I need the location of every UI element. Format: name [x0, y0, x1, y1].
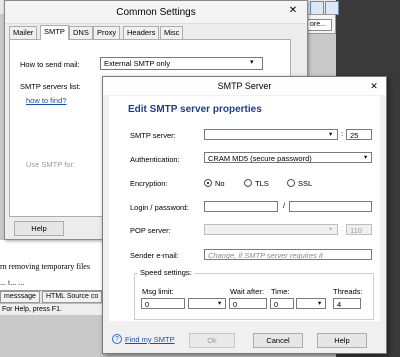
more-button[interactable]: ore...: [304, 19, 332, 31]
tab-proxy[interactable]: Proxy: [93, 26, 121, 39]
time-field[interactable]: 0: [270, 298, 294, 309]
threads-field[interactable]: 4: [333, 298, 361, 309]
smtp-port-field[interactable]: 25: [346, 129, 372, 140]
login-password-separator: /: [283, 201, 286, 210]
help-circle-icon[interactable]: ?: [112, 334, 122, 344]
toolbar-doc-icon[interactable]: [310, 1, 324, 15]
msg-limit-field[interactable]: 0: [141, 298, 185, 309]
how-to-find-link[interactable]: how to find?: [26, 96, 66, 105]
toolbar-grid-icon[interactable]: [325, 1, 339, 15]
authentication-select[interactable]: CRAM MD5 (secure password): [204, 152, 372, 163]
tab-misc[interactable]: Misc: [160, 26, 184, 39]
authentication-label: Authentication:: [130, 155, 180, 164]
sender-email-field[interactable]: Change, if SMTP server requires it: [204, 249, 372, 260]
dialog-heading: Edit SMTP server properties: [128, 104, 262, 115]
pop-server-label: POP server:: [130, 226, 171, 235]
chevron-down-icon[interactable]: ▾: [250, 57, 254, 69]
background-text: rn removing temporary files: [0, 262, 90, 271]
sender-email-label: Sender e-mail:: [130, 251, 179, 260]
port-separator: :: [341, 129, 344, 138]
password-field[interactable]: [289, 201, 372, 212]
help-button[interactable]: Help: [317, 333, 367, 348]
use-smtp-for-label: Use SMTP for:: [26, 160, 76, 169]
background-text-2: ... t... ...: [0, 278, 25, 287]
tab-dns[interactable]: DNS: [69, 26, 93, 39]
chevron-down-icon[interactable]: ▾: [318, 298, 321, 309]
encryption-radio-no[interactable]: [204, 179, 212, 187]
close-icon[interactable]: ✕: [367, 79, 381, 93]
encryption-radio-tls[interactable]: [244, 179, 252, 187]
encryption-radio-ssl[interactable]: [287, 179, 295, 187]
settings-help-button[interactable]: Help: [14, 221, 64, 236]
tab-mailer[interactable]: Mailer: [9, 26, 38, 39]
time-unit-select[interactable]: [296, 298, 326, 309]
status-bar: For Help, press F1.: [0, 303, 114, 315]
speed-settings-label: Speed settings:: [138, 268, 194, 277]
speed-settings-group: [134, 273, 374, 320]
encryption-option-ssl[interactable]: SSL: [298, 179, 312, 188]
encryption-option-tls[interactable]: TLS: [255, 179, 269, 188]
pop-server-combo: [204, 224, 338, 235]
pop-port-field: 110: [346, 224, 372, 235]
ok-button[interactable]: Ok: [189, 333, 235, 348]
chevron-down-icon[interactable]: ▾: [364, 152, 367, 163]
threads-label: Threads:: [333, 287, 363, 296]
smtp-dialog-title: SMTP Server: [217, 81, 272, 91]
tab-message[interactable]: messsage: [0, 291, 40, 303]
wait-after-field[interactable]: 0: [229, 298, 267, 309]
close-icon[interactable]: ✕: [285, 3, 301, 19]
tab-headers[interactable]: Headers: [123, 26, 160, 39]
chevron-down-icon[interactable]: ▾: [329, 129, 332, 140]
login-field[interactable]: [204, 201, 278, 212]
msg-limit-label: Msg limit:: [142, 287, 174, 296]
cancel-button[interactable]: Cancel: [253, 333, 303, 348]
pop-port-separator: :: [341, 224, 344, 233]
common-settings-title: Common Settings: [116, 7, 196, 18]
smtp-server-label: SMTP server:: [130, 131, 176, 140]
tab-smtp[interactable]: SMTP: [40, 25, 69, 40]
how-to-send-label: How to send mail:: [20, 60, 80, 69]
chevron-down-icon: ▾: [329, 226, 333, 233]
how-to-send-select[interactable]: External SMTP only: [100, 57, 263, 70]
smtp-server-combo[interactable]: [204, 129, 338, 140]
find-my-smtp-link[interactable]: Find my SMTP: [125, 335, 175, 344]
tab-html-source[interactable]: HTML Source co: [42, 291, 103, 303]
time-label: Time:: [271, 287, 290, 296]
wait-after-label: Wait after:: [230, 287, 264, 296]
smtp-servers-label: SMTP servers list:: [20, 82, 81, 91]
chevron-down-icon[interactable]: ▾: [218, 298, 221, 309]
login-password-label: Login / password:: [130, 203, 189, 212]
encryption-option-no[interactable]: No: [215, 179, 225, 188]
encryption-label: Encryption:: [130, 179, 168, 188]
